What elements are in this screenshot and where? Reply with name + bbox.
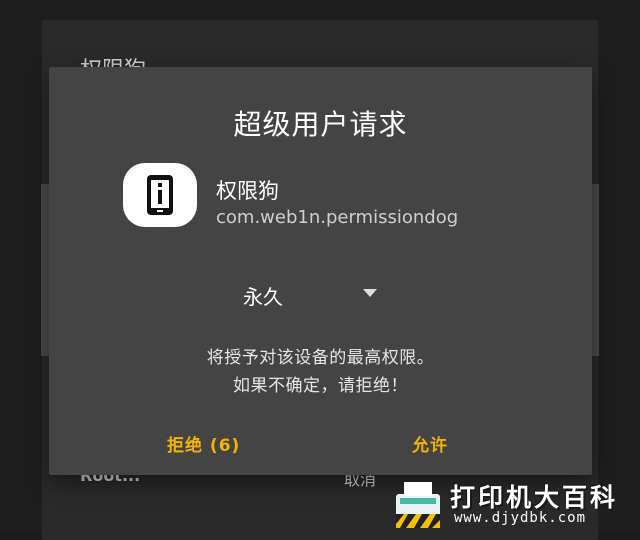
deny-button[interactable]: 拒绝 (6) bbox=[161, 427, 246, 460]
superuser-request-dialog: 超级用户请求 权限狗 com.web1n.permissiondog 永久 将授… bbox=[49, 67, 592, 475]
phone-info-icon bbox=[123, 163, 197, 227]
printer-icon bbox=[396, 482, 440, 528]
duration-dropdown[interactable]: 永久 bbox=[229, 277, 389, 311]
triangle-down-icon bbox=[363, 289, 377, 297]
watermark-url: www.djydbk.com bbox=[454, 510, 587, 526]
warning-text-line2: 如果不确定，请拒绝！ bbox=[233, 376, 408, 396]
duration-selected-value: 永久 bbox=[243, 285, 283, 309]
site-watermark: 打印机大百科 www.djydbk.com bbox=[388, 470, 640, 533]
allow-button[interactable]: 允许 bbox=[406, 427, 454, 460]
app-name: 权限狗 bbox=[216, 179, 279, 203]
watermark-title: 打印机大百科 bbox=[450, 483, 619, 512]
background-edge-right bbox=[591, 184, 599, 356]
warning-text-line1: 将授予对该设备的最高权限。 bbox=[206, 348, 435, 368]
app-package-name: com.web1n.permissiondog bbox=[216, 207, 459, 228]
background-edge-left bbox=[41, 184, 49, 356]
dialog-title: 超级用户请求 bbox=[233, 108, 408, 141]
